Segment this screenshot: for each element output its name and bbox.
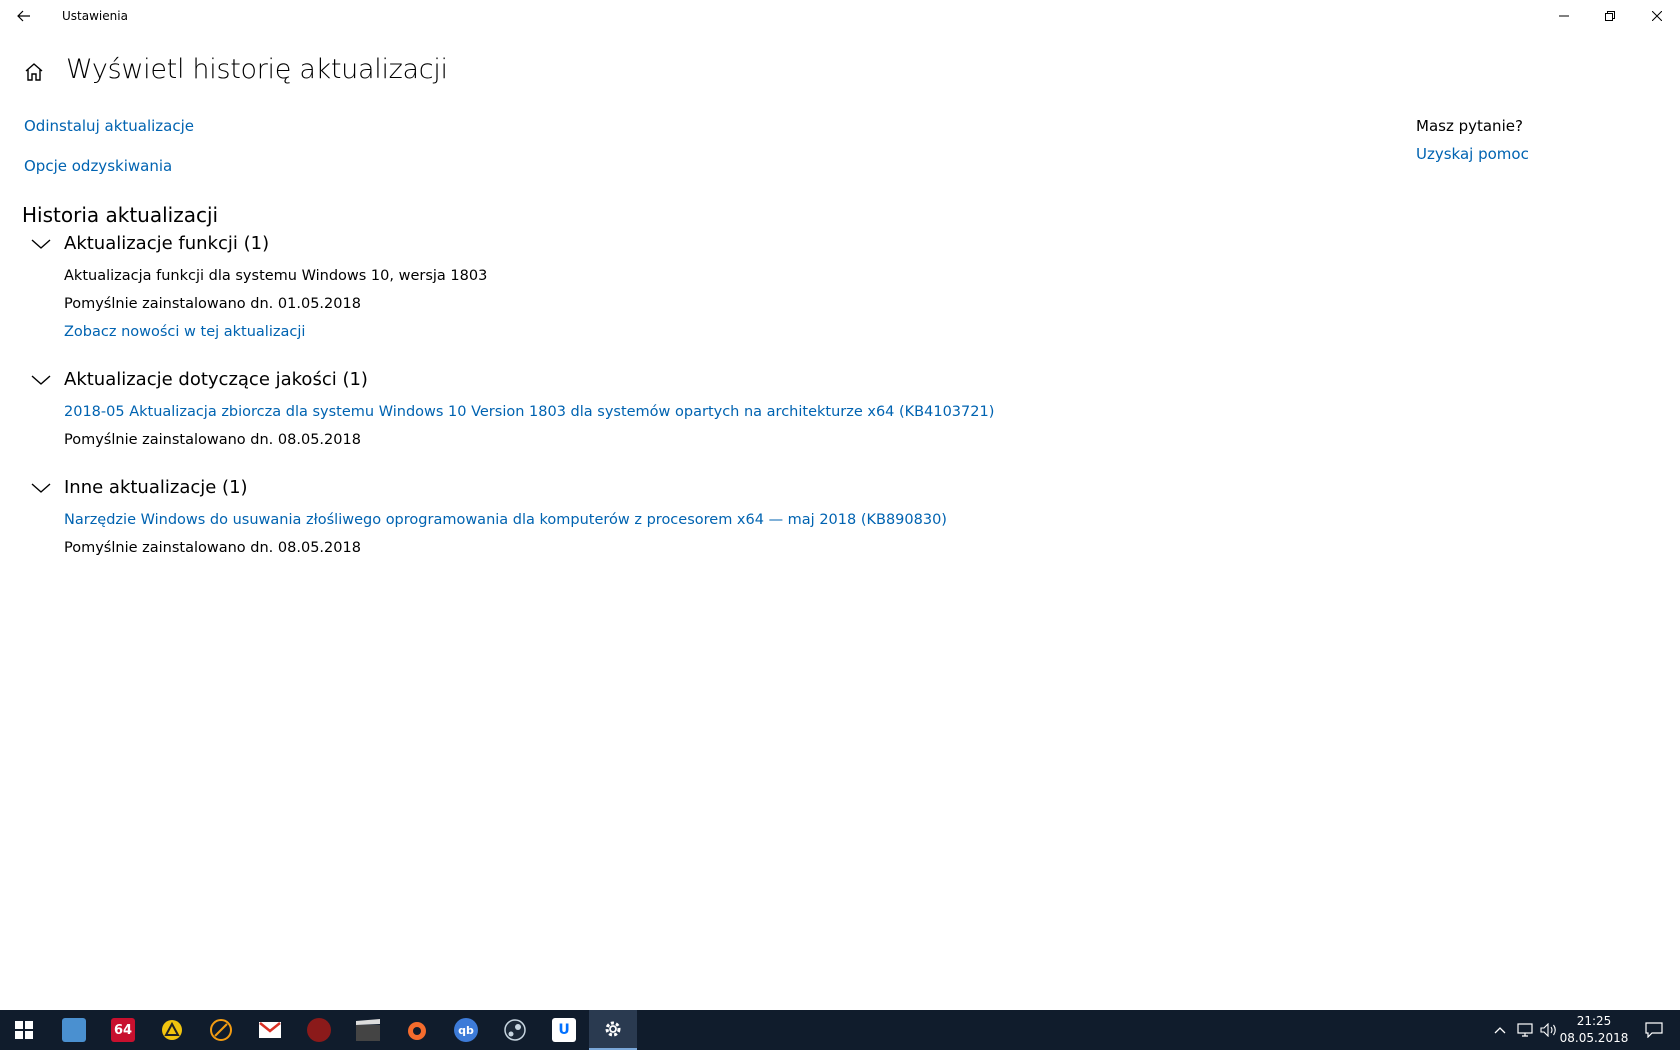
uplay-icon: U [552, 1018, 576, 1042]
start-button[interactable] [0, 1010, 48, 1050]
taskbar-app-mpc[interactable] [344, 1010, 392, 1050]
update-status: Pomyślnie zainstalowano dn. 08.05.2018 [64, 432, 361, 448]
close-button[interactable] [1634, 0, 1680, 32]
mpc-hc-icon [356, 1019, 380, 1041]
group-title: Inne aktualizacje (1) [64, 477, 248, 498]
group-title: Aktualizacje funkcji (1) [64, 233, 270, 254]
home-icon [25, 63, 43, 81]
back-button[interactable] [8, 0, 40, 32]
update-history-heading: Historia aktualizacji [22, 203, 219, 227]
taskbar-app-settings[interactable] [589, 1010, 637, 1050]
taskbar-app-explorer[interactable] [50, 1010, 98, 1050]
aida64-icon: 64 [111, 1018, 135, 1042]
get-help-link[interactable]: Uzyskaj pomoc [1416, 145, 1529, 163]
group-header-feature-updates[interactable]: Aktualizacje funkcji (1) [30, 233, 269, 254]
origin-icon [408, 1022, 426, 1040]
chevron-down-icon [31, 482, 51, 493]
taskbar: 64 qb U 21:25 08.05.2018 [0, 1010, 1680, 1050]
taskbar-app-steam[interactable] [491, 1010, 539, 1050]
uninstall-updates-link[interactable]: Odinstaluj aktualizacje [24, 117, 194, 135]
cpu-z-icon [307, 1018, 331, 1042]
restore-button[interactable] [1587, 0, 1633, 32]
title-bar: Ustawienia [0, 0, 1680, 32]
network-icon [1517, 1023, 1533, 1037]
window-title: Ustawienia [62, 9, 128, 23]
network-tray-button[interactable] [1514, 1010, 1536, 1050]
explorer-icon [62, 1018, 86, 1042]
taskbar-app-qbittorrent[interactable]: qb [442, 1010, 490, 1050]
taskbar-clock[interactable]: 21:25 08.05.2018 [1554, 1013, 1634, 1047]
qbittorrent-icon: qb [454, 1018, 478, 1042]
gmail-icon [259, 1022, 281, 1038]
clock-time: 21:25 [1576, 1014, 1612, 1028]
windows-logo-icon [15, 1021, 33, 1039]
steam-icon [504, 1019, 526, 1041]
update-link-kb4103721[interactable]: 2018-05 Aktualizacja zbiorcza dla system… [64, 404, 994, 420]
restore-icon [1605, 11, 1615, 21]
taskbar-app-gmail[interactable] [246, 1010, 294, 1050]
taskbar-app-occt[interactable] [148, 1010, 196, 1050]
recovery-options-link[interactable]: Opcje odzyskiwania [24, 157, 172, 175]
taskbar-app-aida64[interactable]: 64 [99, 1010, 147, 1050]
taskbar-app-cpuz[interactable] [295, 1010, 343, 1050]
update-status: Pomyślnie zainstalowano dn. 01.05.2018 [64, 296, 361, 312]
close-icon [1652, 11, 1662, 21]
minimize-button[interactable] [1541, 0, 1587, 32]
minimize-icon [1559, 15, 1569, 17]
group-title: Aktualizacje dotyczące jakości (1) [64, 369, 368, 390]
update-link-kb890830[interactable]: Narzędzie Windows do usuwania złośliwego… [64, 512, 947, 528]
group-header-quality-updates[interactable]: Aktualizacje dotyczące jakości (1) [30, 369, 368, 390]
occt-icon [162, 1020, 182, 1040]
back-arrow-icon [17, 10, 30, 22]
clock-date: 08.05.2018 [1559, 1031, 1629, 1045]
taskbar-app-origin[interactable] [393, 1010, 441, 1050]
chevron-down-icon [31, 374, 51, 385]
taskbar-app-pen[interactable] [197, 1010, 245, 1050]
group-header-other-updates[interactable]: Inne aktualizacje (1) [30, 477, 248, 498]
update-name: Aktualizacja funkcji dla systemu Windows… [64, 268, 488, 284]
show-hidden-icons-button[interactable] [1490, 1010, 1510, 1050]
notification-icon [1645, 1022, 1663, 1038]
update-status: Pomyślnie zainstalowano dn. 08.05.2018 [64, 540, 361, 556]
home-button[interactable] [22, 60, 46, 84]
chevron-down-icon [31, 238, 51, 249]
chevron-up-icon [1494, 1027, 1506, 1034]
settings-icon [605, 1021, 621, 1037]
action-center-button[interactable] [1634, 1010, 1674, 1050]
taskbar-app-uplay[interactable]: U [540, 1010, 588, 1050]
pen-app-icon [210, 1019, 232, 1041]
page-title: Wyświetl historię aktualizacji [66, 54, 448, 85]
whats-new-link[interactable]: Zobacz nowości w tej aktualizacji [64, 324, 305, 340]
help-question: Masz pytanie? [1416, 117, 1523, 135]
